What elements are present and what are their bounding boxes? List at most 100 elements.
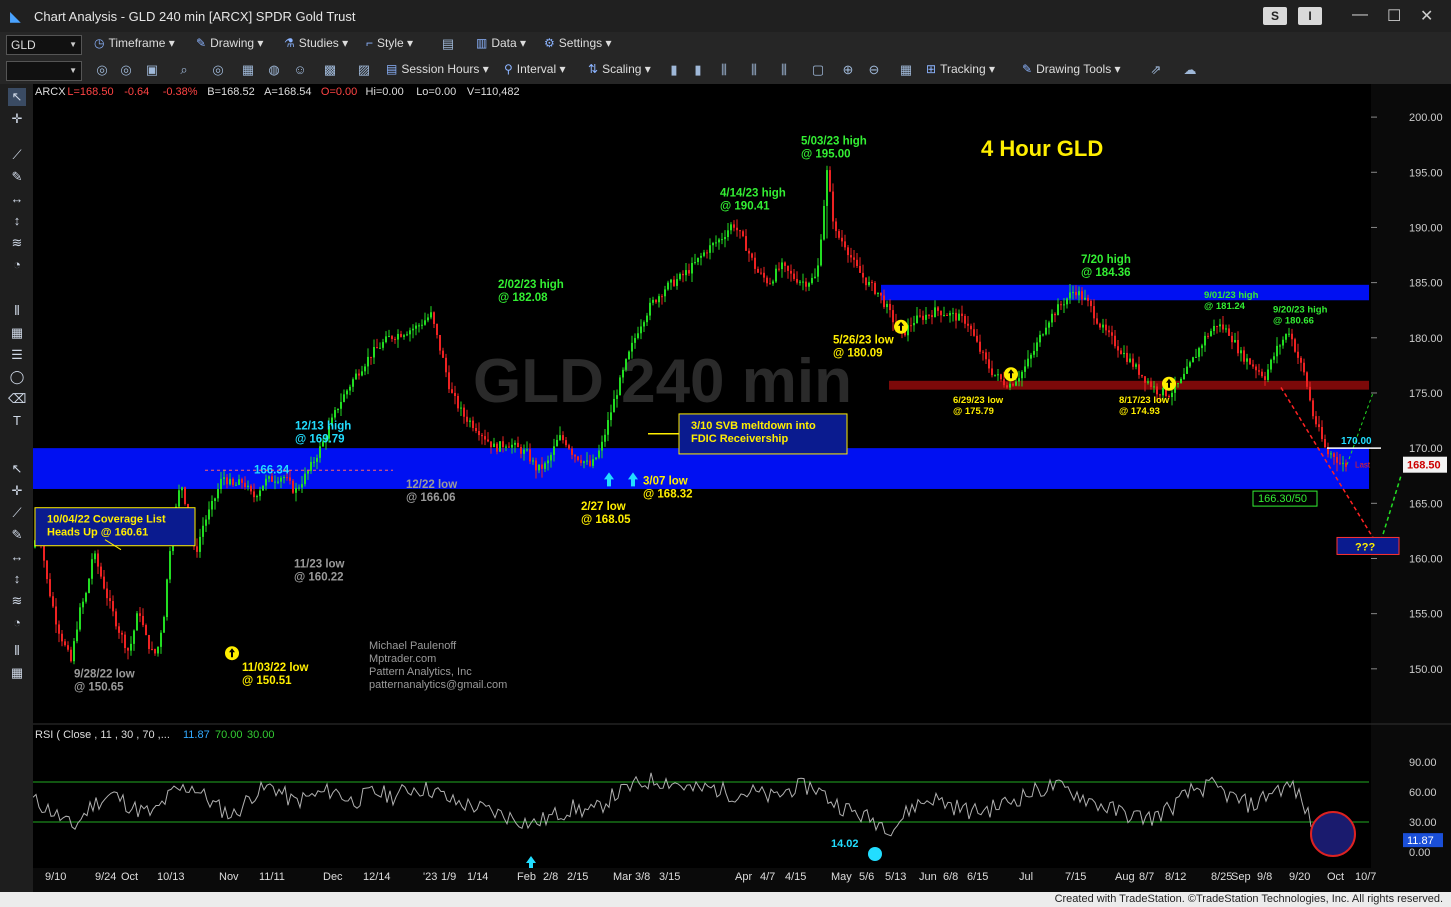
candle-body [247, 485, 249, 488]
refresh-icon[interactable]: ◎ [94, 62, 110, 78]
layout-icon[interactable]: ▤ [440, 36, 456, 52]
interval-menu[interactable]: ⚲ Interval ▾ [504, 62, 566, 76]
crosshair-icon[interactable]: ✛ [8, 482, 26, 500]
crosshair-icon[interactable]: ✛ [8, 110, 26, 128]
annotation-6-line-1: @ 169.79 [295, 433, 345, 445]
symbol-input[interactable]: GLD ▼ [6, 35, 82, 55]
compass-icon[interactable]: ◎ [210, 62, 226, 78]
y-tick-label: 150.00 [1409, 664, 1443, 676]
account-select[interactable]: ▼ [6, 61, 82, 81]
zoom-in-icon[interactable]: ⊕ [840, 62, 856, 78]
candle-body [868, 281, 870, 286]
candles-icon[interactable]: ▮ [690, 62, 706, 78]
session-hours-menu[interactable]: ▤ Session Hours ▾ [386, 62, 489, 76]
zoom-icon[interactable]: ⌕ [176, 62, 192, 78]
expand-icon[interactable]: ⫼ [776, 62, 792, 78]
brush-icon[interactable]: ✎ [8, 526, 26, 544]
maximize-icon[interactable]: ☐ [1387, 6, 1401, 26]
fibonacci-icon[interactable]: ≋ [8, 592, 26, 610]
cloud-icon[interactable]: ☁ [1182, 62, 1198, 78]
candle-body [133, 630, 135, 644]
circle-icon[interactable]: ◯ [8, 368, 26, 386]
quote-field-5: A=168.54 [264, 86, 311, 98]
bars-icon[interactable]: ⦀ [8, 642, 26, 660]
candle-body [1093, 306, 1095, 319]
fit-icon[interactable]: ▢ [810, 62, 826, 78]
interval-label: Interval [516, 62, 557, 76]
trendline-icon[interactable]: ⟋ [8, 504, 26, 522]
vertical-arrows-icon[interactable]: ↕ [8, 212, 26, 230]
image-icon[interactable]: ▦ [240, 62, 256, 78]
cycle-icon[interactable]: ◔ [8, 256, 26, 274]
minimize-icon[interactable]: — [1352, 6, 1368, 24]
drawing-label: Drawing [210, 36, 255, 50]
data-menu[interactable]: ▥ Data ▾ [476, 36, 526, 50]
reload-icon[interactable]: ◎ [118, 62, 134, 78]
timeframe-menu[interactable]: ◷ Timeframe ▾ [94, 36, 175, 50]
bars-type-icon[interactable]: ⫼ [716, 62, 732, 78]
candle-body [442, 350, 444, 358]
chart-area[interactable]: GLD 240 min 4 Hour GLD ARCX L=168.50 -0.64 -0… [33, 84, 1451, 892]
brush-icon[interactable]: ✎ [8, 168, 26, 186]
candle-body [1252, 364, 1254, 367]
lines-icon[interactable]: ☰ [8, 346, 26, 364]
candle-body [1069, 292, 1071, 299]
scaling-menu[interactable]: ⇅ Scaling ▾ [588, 62, 651, 76]
zoom-out-icon[interactable]: ⊖ [866, 62, 882, 78]
annotation-7-line-1: @ 180.09 [833, 347, 883, 359]
candle-body [919, 315, 921, 317]
trendline-icon[interactable]: ⟋ [8, 146, 26, 164]
symbol-link-i-button[interactable]: I [1298, 7, 1322, 25]
candle-body [952, 312, 954, 314]
candle-body [115, 611, 117, 627]
candle-icon[interactable]: ▮ [666, 62, 682, 78]
chat-icon[interactable]: ◍ [266, 62, 282, 78]
candle-body [1030, 354, 1032, 359]
export-icon[interactable]: ⇗ [1148, 62, 1164, 78]
arrow-pointer-icon[interactable]: ↖ [8, 460, 26, 478]
settings-menu[interactable]: ⚙ Settings ▾ [544, 36, 611, 50]
candle-body [67, 645, 69, 650]
grid-icon[interactable]: ▦ [8, 324, 26, 342]
compress-icon[interactable]: ⫼ [746, 62, 762, 78]
candle-body [232, 478, 234, 486]
candle-body [964, 315, 966, 324]
horizontal-arrows-icon[interactable]: ↔ [8, 190, 26, 208]
close-icon[interactable]: ✕ [1420, 6, 1433, 26]
candle-body [841, 237, 843, 242]
person-icon[interactable]: ☺ [292, 62, 308, 78]
candle-body [817, 265, 819, 277]
candle-body [667, 282, 669, 290]
candle-body [676, 279, 678, 286]
candle-body [334, 410, 336, 418]
studies-menu[interactable]: ⚗ Studies ▾ [284, 36, 348, 50]
grid-select-icon[interactable]: ▩ [322, 62, 338, 78]
vertical-arrows-icon[interactable]: ↕ [8, 570, 26, 588]
candle-body [778, 268, 780, 270]
candle-body [256, 496, 258, 498]
grid-icon[interactable]: ▦ [8, 664, 26, 682]
horizontal-arrows-icon[interactable]: ↔ [8, 548, 26, 566]
tracking-menu[interactable]: ⊞ Tracking ▾ [926, 62, 995, 76]
bars-icon[interactable]: ⦀ [8, 302, 26, 320]
candle-body [985, 352, 987, 360]
y-tick-label: 165.00 [1409, 498, 1443, 510]
candle-body [157, 646, 159, 654]
cycle-icon[interactable]: ◔ [8, 614, 26, 632]
eraser-icon[interactable]: ⌫ [8, 390, 26, 408]
fibonacci-icon[interactable]: ≋ [8, 234, 26, 252]
chart-toggle-icon[interactable]: ▨ [356, 62, 372, 78]
symbol-link-s-button[interactable]: S [1263, 7, 1287, 25]
drawing-tools-menu[interactable]: ✎ Drawing Tools ▾ [1022, 62, 1121, 76]
candle-body [883, 295, 885, 308]
candle-body [967, 323, 969, 326]
x-tick-label: 2/15 [567, 871, 588, 883]
candle-body [940, 310, 942, 316]
drawing-menu[interactable]: ✎ Drawing ▾ [196, 36, 263, 50]
arrow-pointer-icon[interactable]: ↖ [8, 88, 26, 106]
window-icon[interactable]: ▣ [144, 62, 160, 78]
style-menu[interactable]: ⌐ Style ▾ [366, 36, 413, 50]
x-tick-label: May [831, 871, 852, 883]
grid-icon[interactable]: ▦ [898, 62, 914, 78]
text-icon[interactable]: T [8, 412, 26, 430]
